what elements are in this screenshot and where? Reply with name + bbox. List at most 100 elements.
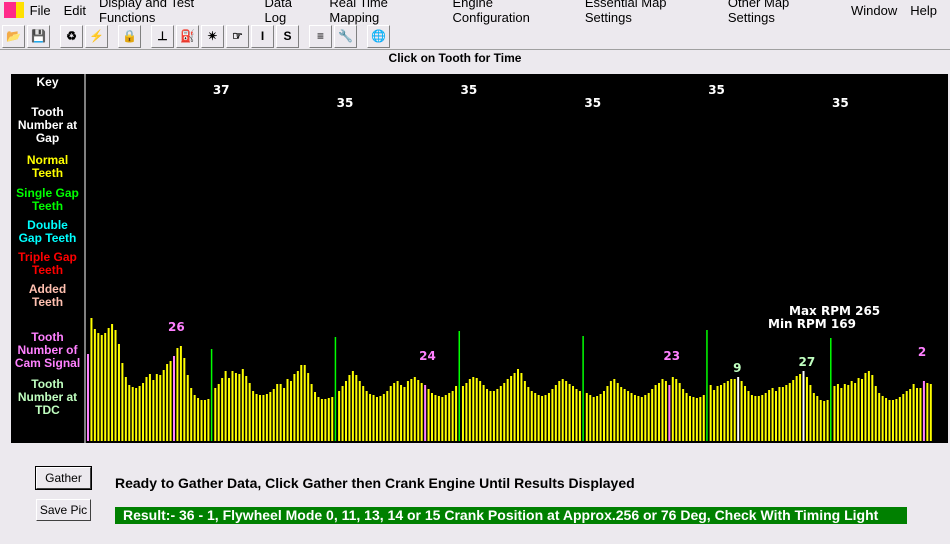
normal-tooth-bar[interactable] [675,379,678,441]
normal-tooth-bar[interactable] [121,363,124,441]
normal-tooth-bar[interactable] [589,395,592,441]
normal-tooth-bar[interactable] [878,393,881,441]
normal-tooth-bar[interactable] [482,385,485,441]
normal-tooth-bar[interactable] [238,374,241,441]
normal-tooth-bar[interactable] [520,373,523,441]
normal-tooth-bar[interactable] [603,391,605,441]
normal-tooth-bar[interactable] [630,393,633,441]
normal-tooth-bar[interactable] [248,383,251,441]
normal-tooth-bar[interactable] [403,387,406,441]
normal-tooth-bar[interactable] [224,371,227,441]
normal-tooth-bar[interactable] [661,379,664,441]
chart-bars-button[interactable]: ≡ [309,24,332,48]
refresh-button[interactable]: ♻ [60,24,83,48]
normal-tooth-bar[interactable] [107,328,110,441]
normal-tooth-bar[interactable] [111,324,114,441]
normal-tooth-bar[interactable] [413,377,416,441]
normal-tooth-bar[interactable] [190,388,193,441]
normal-tooth-bar[interactable] [905,391,908,441]
normal-tooth-bar[interactable] [544,395,547,441]
normal-tooth-bar[interactable] [386,391,389,441]
normal-tooth-bar[interactable] [97,333,100,441]
normal-tooth-bar[interactable] [916,388,919,441]
normal-tooth-bar[interactable] [217,384,220,441]
normal-tooth-bar[interactable] [771,388,774,441]
normal-tooth-bar[interactable] [145,377,148,441]
cam-tooth-bar[interactable] [668,385,671,441]
normal-tooth-bar[interactable] [203,400,206,441]
tdc-tooth-bar[interactable] [737,377,740,441]
normal-tooth-bar[interactable] [272,389,275,441]
normal-tooth-bar[interactable] [575,389,578,441]
normal-tooth-bar[interactable] [114,330,117,441]
normal-tooth-bar[interactable] [523,381,526,441]
menu-other-map-settings[interactable]: Other Map Settings [728,0,838,25]
normal-tooth-bar[interactable] [455,386,458,441]
gap-tooth-bar[interactable] [706,330,708,441]
normal-tooth-bar[interactable] [375,397,378,441]
normal-tooth-bar[interactable] [513,373,516,441]
normal-tooth-bar[interactable] [682,389,685,441]
normal-tooth-bar[interactable] [492,391,495,441]
normal-tooth-bar[interactable] [197,398,200,441]
normal-tooth-bar[interactable] [104,333,107,441]
menu-edit[interactable]: Edit [64,3,86,18]
normal-tooth-bar[interactable] [754,396,757,441]
normal-tooth-bar[interactable] [578,391,581,441]
normal-tooth-bar[interactable] [279,384,282,441]
normal-tooth-bar[interactable] [757,396,760,441]
normal-tooth-bar[interactable] [530,391,533,441]
normal-tooth-bar[interactable] [613,379,616,441]
normal-tooth-bar[interactable] [833,386,836,441]
normal-tooth-bar[interactable] [747,391,750,441]
normal-tooth-bar[interactable] [365,391,368,441]
normal-tooth-bar[interactable] [503,383,506,441]
save-pic-button[interactable]: Save Pic [36,499,91,521]
normal-tooth-bar[interactable] [788,383,791,441]
normal-tooth-bar[interactable] [854,383,857,441]
normal-tooth-bar[interactable] [169,361,172,441]
menu-file[interactable]: File [30,3,51,18]
tooth-chart-svg[interactable]: 37 35 35 35 35 35 26 24 23 2 9 27 Max RPM 265Min RPM… [86,74,948,443]
normal-tooth-bar[interactable] [372,395,375,441]
normal-tooth-bar[interactable] [214,388,217,441]
normal-tooth-bar[interactable] [836,384,839,441]
normal-tooth-bar[interactable] [200,400,203,441]
normal-tooth-bar[interactable] [465,383,468,441]
normal-tooth-bar[interactable] [723,383,726,441]
normal-tooth-bar[interactable] [888,400,891,441]
normal-tooth-bar[interactable] [554,385,557,441]
normal-tooth-bar[interactable] [303,365,306,441]
normal-tooth-bar[interactable] [128,385,131,441]
normal-tooth-bar[interactable] [558,381,561,441]
normal-tooth-bar[interactable] [871,375,874,441]
normal-tooth-bar[interactable] [90,318,93,441]
normal-tooth-bar[interactable] [568,384,571,441]
normal-tooth-bar[interactable] [874,386,877,441]
normal-tooth-bar[interactable] [843,384,846,441]
normal-tooth-bar[interactable] [840,388,843,441]
normal-tooth-bar[interactable] [740,381,743,441]
normal-tooth-bar[interactable] [816,396,819,441]
normal-tooth-bar[interactable] [351,371,354,441]
normal-tooth-bar[interactable] [592,397,595,441]
fuel-can-button[interactable]: ⛽ [176,24,199,48]
normal-tooth-bar[interactable] [716,386,719,441]
normal-tooth-bar[interactable] [795,376,798,441]
normal-tooth-bar[interactable] [647,393,650,441]
normal-tooth-bar[interactable] [131,387,134,441]
normal-tooth-bar[interactable] [166,364,169,441]
normal-tooth-bar[interactable] [778,387,781,441]
normal-tooth-bar[interactable] [358,381,361,441]
normal-tooth-bar[interactable] [547,393,550,441]
menu-display-test[interactable]: Display and Test Functions [99,0,252,25]
normal-tooth-bar[interactable] [489,391,492,441]
normal-tooth-bar[interactable] [744,386,747,441]
normal-tooth-bar[interactable] [640,397,643,441]
normal-tooth-bar[interactable] [355,375,358,441]
globe-button[interactable]: 🌐 [367,24,390,48]
normal-tooth-bar[interactable] [733,379,736,441]
normal-tooth-bar[interactable] [293,374,296,441]
normal-tooth-bar[interactable] [919,388,922,441]
normal-tooth-bar[interactable] [781,387,784,441]
